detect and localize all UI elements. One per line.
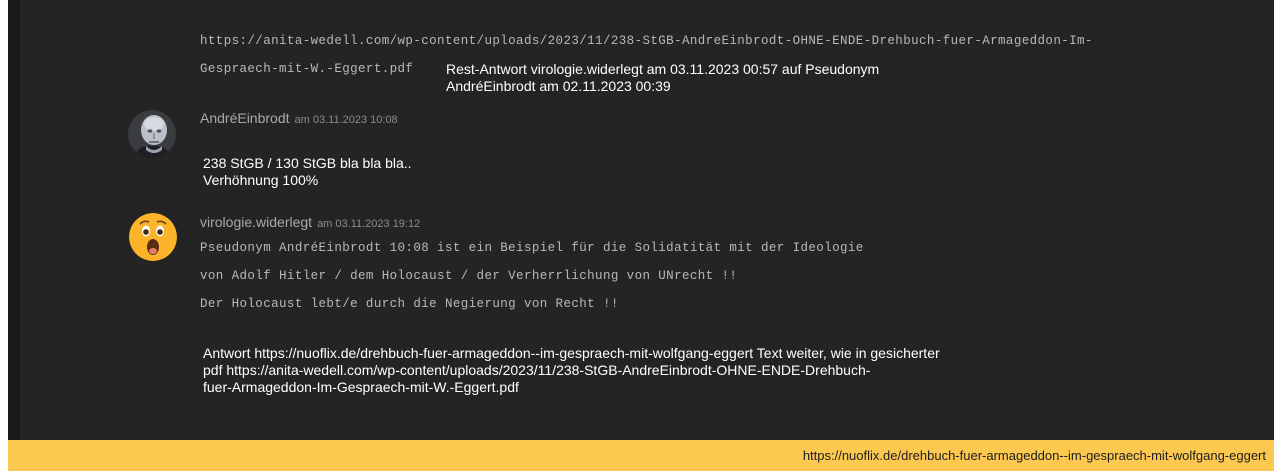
comment-header: virologie.widerlegt am 03.11.2023 19:12 [200,214,420,232]
comment-answer-line: pdf https://anita-wedell.com/wp-content/… [203,362,871,378]
left-edge-bar [8,0,20,440]
quote-reply-line-2: AndréEinbrodt am 02.11.2023 00:39 [446,78,671,94]
quote-url-line-1: https://anita-wedell.com/wp-content/uplo… [200,34,1093,48]
surprised-emoji-avatar-icon[interactable] [129,213,177,261]
comment-text-line: Verhöhnung 100% [203,172,319,188]
comment-author[interactable]: virologie.widerlegt [200,214,312,230]
quote-url-line-2: Gespraech-mit-W.-Eggert.pdf [200,62,414,76]
footer-bar: https://nuoflix.de/drehbuch-fuer-armaged… [8,440,1274,471]
comment-mono-line: Pseudonym AndréEinbrodt 10:08 ist ein Be… [200,241,864,255]
bald-man-avatar-icon[interactable] [128,110,176,158]
comment-mono-line: Der Holocaust lebt/e durch die Negierung… [200,297,619,311]
comment-date[interactable]: am 03.11.2023 19:12 [317,218,420,230]
quote-reply-line-1: Rest-Antwort virologie.widerlegt am 03.1… [446,61,880,77]
comment-text-line: 238 StGB / 130 StGB bla bla bla.. [203,155,412,171]
footer-url-link[interactable]: https://nuoflix.de/drehbuch-fuer-armaged… [803,448,1266,463]
comment-answer-line: Antwort https://nuoflix.de/drehbuch-fuer… [203,345,940,361]
comment-header: AndréEinbrodt am 03.11.2023 10:08 [200,110,398,128]
comment-answer-line: fuer-Armageddon-Im-Gespraech-mit-W.-Egge… [203,379,519,395]
comment-mono-line: von Adolf Hitler / dem Holocaust / der V… [200,269,738,283]
comment-author[interactable]: AndréEinbrodt [200,110,290,126]
comment-date[interactable]: am 03.11.2023 10:08 [295,114,398,126]
